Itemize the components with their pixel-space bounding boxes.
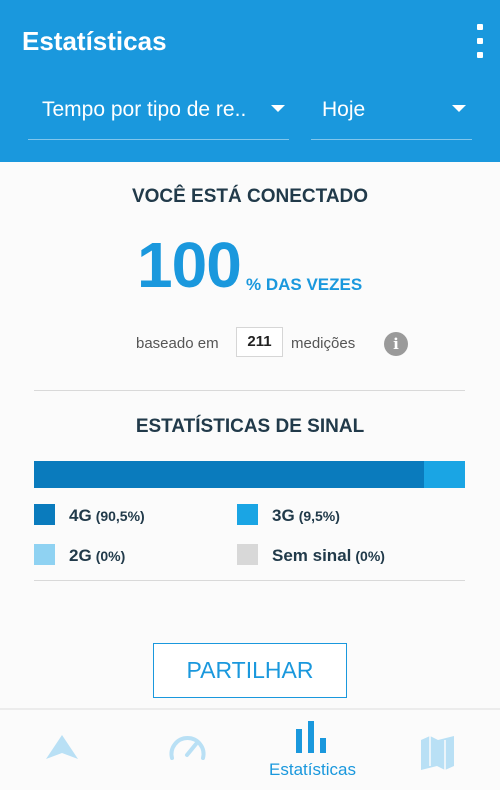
signal-stats-title: ESTATÍSTICAS DE SINAL [135,416,365,437]
nav-label-statistics: Estatísticas [269,760,356,779]
measurements-label: medições [291,335,356,352]
period-dropdown[interactable]: Hoje [311,88,472,140]
more-vert-icon[interactable] [474,24,486,58]
divider [34,390,465,391]
page-title: Estatísticas [22,26,167,56]
caret-down-icon [452,105,466,112]
period-label: Hoje [322,98,366,121]
speedometer-icon [169,736,206,760]
measurement-count: 211 [236,327,283,357]
legend-swatch-no-signal [237,544,258,565]
nav-tab-navigation[interactable] [20,710,105,790]
bar-segment-3g [424,461,465,488]
statistics-card: VOCÊ ESTÁ CONECTADO 100 % DAS VEZES base… [0,162,500,708]
legend-label: 4G [69,506,92,525]
divider [34,580,465,581]
legend-swatch-4g [34,504,55,525]
info-icon[interactable]: i [384,332,408,356]
app-bar: Estatísticas Tempo por tipo de re.. Hoje [0,0,500,162]
bottom-navigation: Estatísticas [0,708,500,790]
report-type-dropdown[interactable]: Tempo por tipo de re.. [28,88,289,140]
connected-percent-suffix: % DAS VEZES [246,275,363,294]
caret-down-icon [271,105,285,112]
legend-swatch-2g [34,544,55,565]
connected-percent: 100 [137,229,242,301]
legend-label: 3G [272,506,295,525]
legend-label: 2G [69,546,92,565]
legend-percent: (90,5%) [95,508,145,524]
connected-title: VOCÊ ESTÁ CONECTADO [131,186,369,207]
legend-swatch-3g [237,504,258,525]
legend-percent: (0%) [355,548,385,564]
legend-percent: (9,5%) [298,508,340,524]
signal-distribution-bar [34,461,465,488]
legend-percent: (0%) [95,548,126,564]
map-icon [421,736,454,770]
bar-segment-4g [34,461,425,488]
nav-tab-speedtest[interactable] [145,710,230,790]
share-button[interactable]: PARTILHAR [153,643,347,698]
navigation-arrow-icon [46,735,78,759]
bar-chart-icon [296,721,326,753]
based-on-label: baseado em [136,335,219,352]
nav-tab-map[interactable] [395,710,480,790]
report-type-label: Tempo por tipo de re.. [42,98,247,121]
legend-label: Sem sinal [272,546,352,565]
nav-tab-statistics[interactable]: Estatísticas [255,710,370,790]
